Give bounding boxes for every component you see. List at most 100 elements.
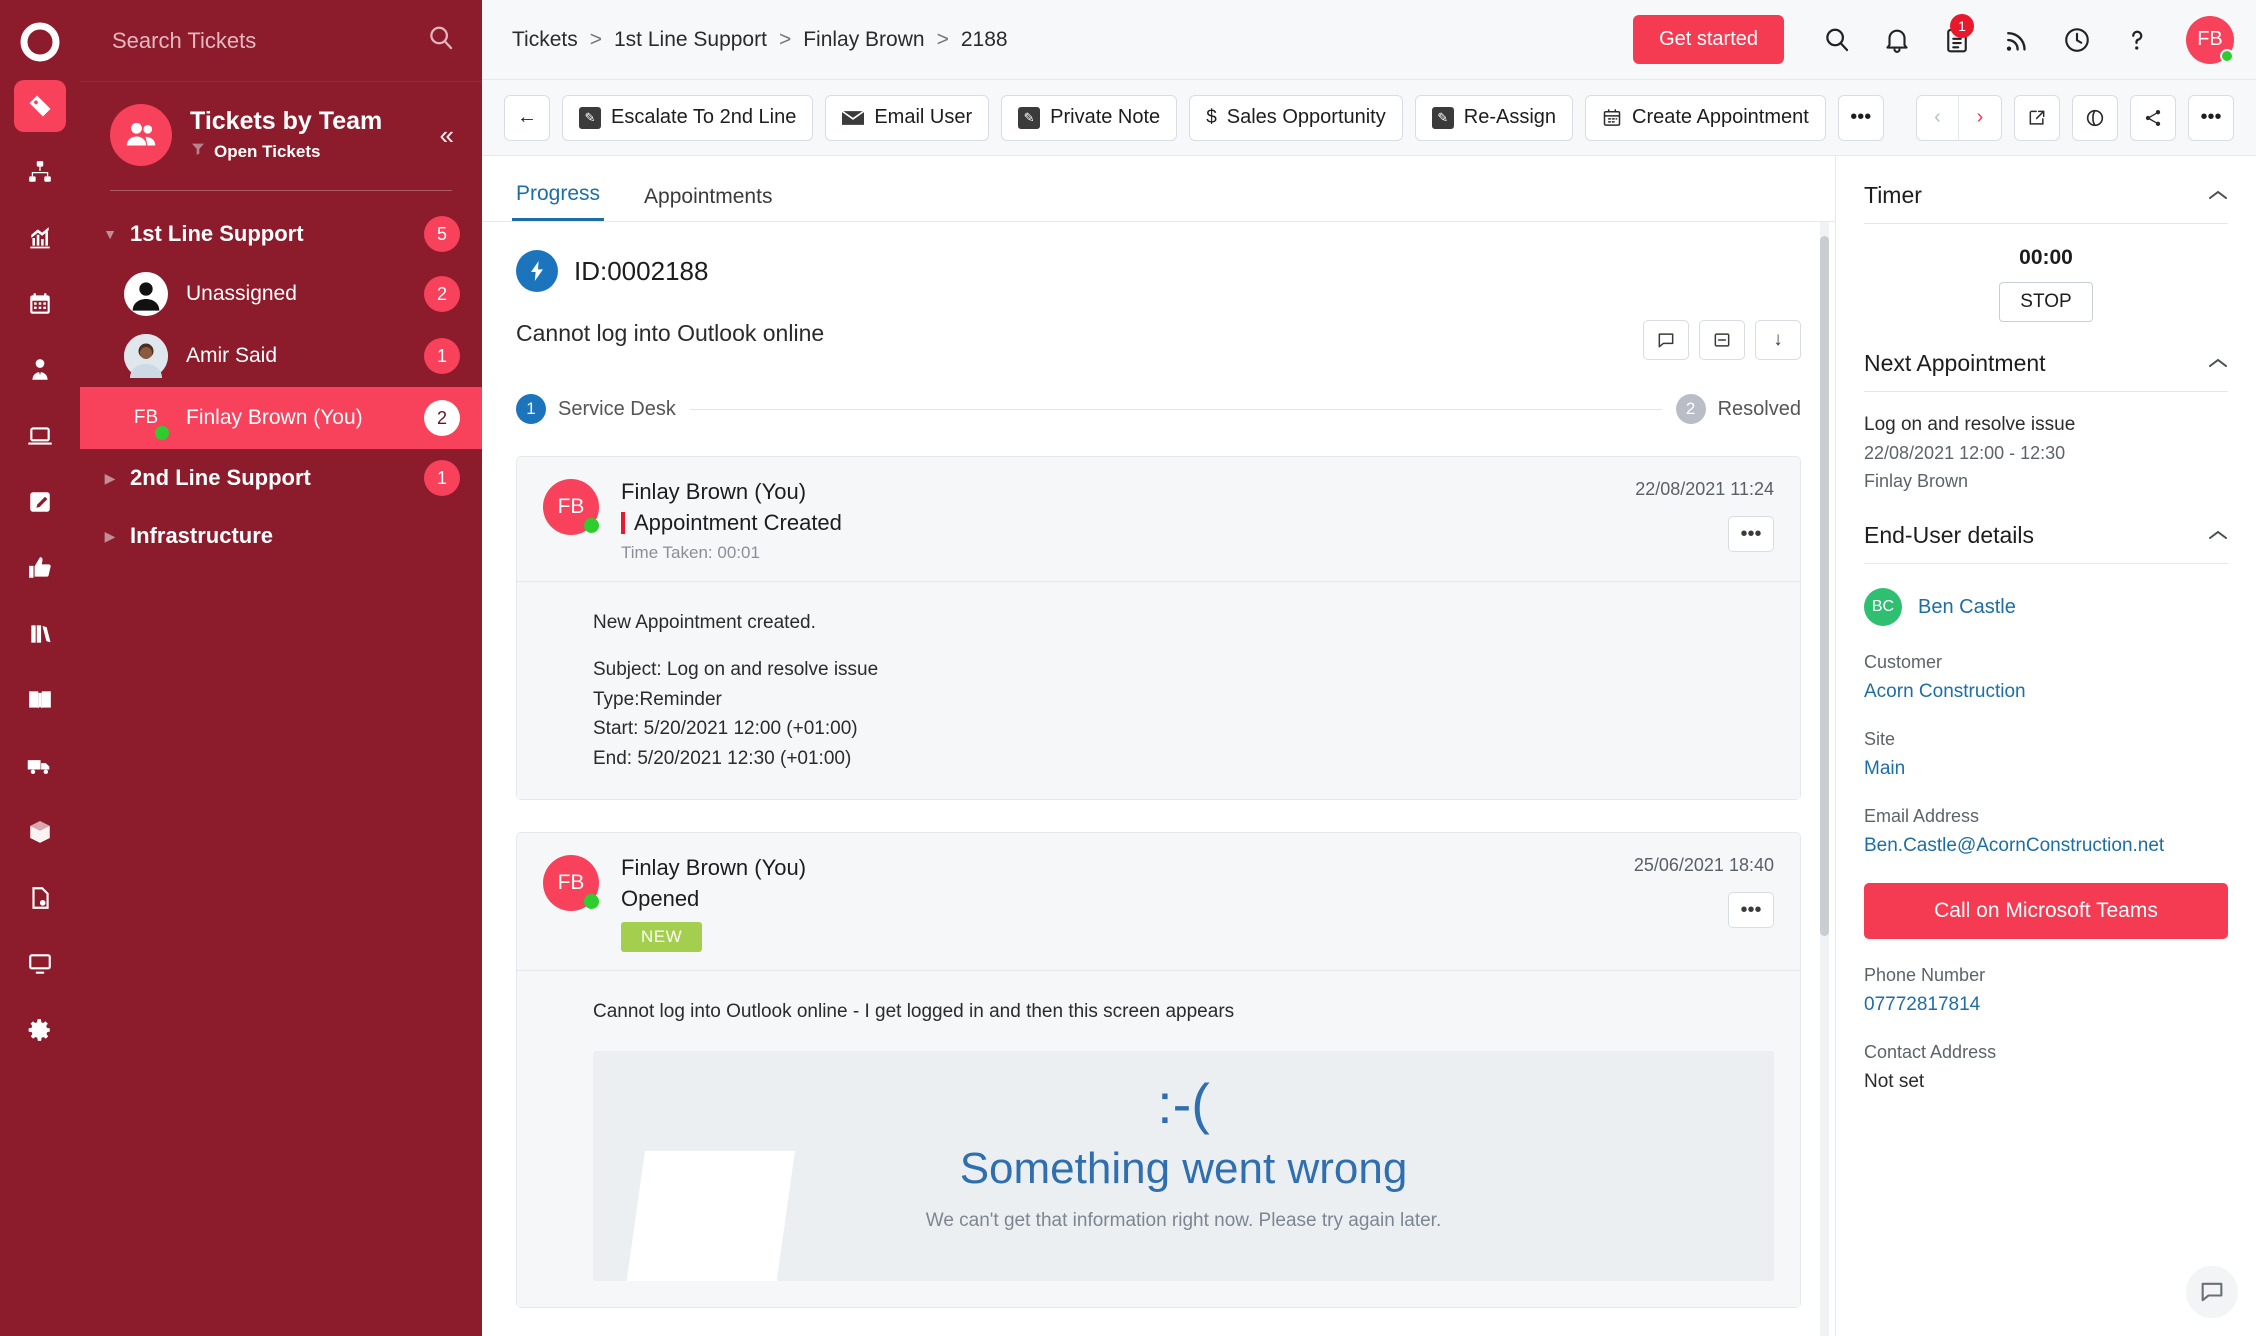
- end-user-row[interactable]: BC Ben Castle: [1864, 588, 2228, 626]
- avatar: [124, 272, 168, 316]
- activity-entry-body: Cannot log into Outlook online - I get l…: [517, 970, 1800, 1307]
- ticket-scroll-area: ID:0002188 Cannot log into Outlook onlin…: [482, 222, 1835, 1336]
- avatar[interactable]: FB: [2186, 15, 2234, 64]
- section-title: End-User details: [1864, 522, 2035, 548]
- tree-agent-finlay-brown[interactable]: FB Finlay Brown (You) 2: [80, 387, 482, 449]
- pencil-square-icon: ✎: [1431, 106, 1454, 129]
- share-icon: [2143, 108, 2163, 128]
- site-value[interactable]: Main: [1864, 758, 2228, 780]
- error-face-text: :-(: [1157, 1071, 1210, 1135]
- panel-filter-label: Open Tickets: [214, 141, 321, 161]
- search-icon[interactable]: [1820, 23, 1854, 57]
- share-button[interactable]: [2130, 94, 2176, 141]
- avatar: [124, 334, 168, 378]
- create-appointment-button[interactable]: Create Appointment: [1585, 94, 1826, 141]
- tree-group-2nd-line-support[interactable]: ▶ 2nd Line Support 1: [80, 449, 482, 507]
- timer-section-header[interactable]: Timer: [1864, 182, 2228, 209]
- tree-group-1st-line-support[interactable]: ▼ 1st Line Support 5: [80, 205, 482, 263]
- rail-item-reports[interactable]: [14, 212, 66, 264]
- chevron-up-icon[interactable]: [2208, 353, 2228, 374]
- rail-item-assets[interactable]: [14, 410, 66, 462]
- search-input[interactable]: [112, 27, 416, 54]
- next-appointment-section-header[interactable]: Next Appointment: [1864, 350, 2228, 377]
- agent-count-badge: 1: [424, 338, 460, 374]
- chevron-up-icon[interactable]: [2208, 185, 2228, 206]
- attached-screenshot[interactable]: :-( Something went wrong We can't get th…: [593, 1050, 1774, 1281]
- breadcrumb-item-team[interactable]: 1st Line Support: [614, 28, 767, 52]
- button-label: Email User: [874, 106, 973, 128]
- breadcrumb-item-tickets[interactable]: Tickets: [512, 28, 578, 52]
- tab-appointments[interactable]: Appointments: [640, 185, 776, 221]
- settings-gear-icon: [27, 1017, 53, 1043]
- rail-item-devices[interactable]: [14, 938, 66, 990]
- agent-count-badge: 2: [424, 276, 460, 312]
- rail-item-stock[interactable]: [14, 806, 66, 858]
- tree-agent-unassigned[interactable]: Unassigned 2: [80, 263, 482, 325]
- search-icon[interactable]: [426, 23, 456, 59]
- panel-filter[interactable]: Open Tickets: [190, 140, 418, 163]
- more-options-button[interactable]: •••: [2188, 94, 2234, 141]
- activity-menu-button[interactable]: •••: [1728, 892, 1774, 929]
- end-user-name[interactable]: Ben Castle: [1918, 596, 2016, 619]
- tree-agent-amir-said[interactable]: Amir Said 1: [80, 325, 482, 387]
- bell-notification-icon[interactable]: [1880, 23, 1914, 57]
- customer-value[interactable]: Acorn Construction: [1864, 681, 2228, 703]
- halo-logo-icon[interactable]: [14, 16, 66, 68]
- rail-item-users[interactable]: [14, 344, 66, 396]
- step-service-desk[interactable]: 1 Service Desk: [516, 394, 676, 424]
- sales-opportunity-button[interactable]: $ Sales Opportunity: [1189, 94, 1403, 141]
- step-resolved[interactable]: 2 Resolved: [1675, 394, 1801, 424]
- chevron-up-icon[interactable]: [2208, 525, 2228, 546]
- watch-button[interactable]: [2072, 94, 2118, 141]
- action-toolbar: ← ✎ Escalate To 2nd Line Email User ✎ Pr…: [482, 80, 2256, 156]
- rail-item-quotes[interactable]: [14, 872, 66, 924]
- end-user-section-header[interactable]: End-User details: [1864, 522, 2228, 549]
- rail-item-approvals[interactable]: [14, 542, 66, 594]
- escalate-to-2nd-line-button[interactable]: ✎ Escalate To 2nd Line: [562, 94, 814, 141]
- decorative-shape: [621, 1150, 795, 1281]
- user-tie-icon: [27, 357, 53, 383]
- tree-group-infrastructure[interactable]: ▶ Infrastructure: [80, 507, 482, 565]
- activity-author: Finlay Brown (You): [621, 479, 807, 504]
- scrollbar-thumb[interactable]: [1820, 236, 1829, 936]
- panel-header: Tickets by Team Open Tickets «: [80, 82, 482, 180]
- activity-date: 25/06/2021 18:40: [1633, 855, 1774, 876]
- collapse-box-icon[interactable]: [1699, 320, 1745, 360]
- email-user-button[interactable]: Email User: [825, 94, 990, 141]
- rail-item-org-chart[interactable]: [14, 146, 66, 198]
- breadcrumb-item-ticket[interactable]: 2188: [961, 28, 1008, 52]
- laptop-icon: [27, 423, 53, 449]
- next-record-button[interactable]: ›: [1959, 96, 2001, 140]
- back-button[interactable]: ←: [504, 94, 550, 141]
- timer-stop-button[interactable]: STOP: [1999, 282, 2093, 322]
- arrow-down-icon[interactable]: ↓: [1755, 320, 1801, 360]
- rail-item-notes[interactable]: [14, 476, 66, 528]
- clipboard-tasks-icon[interactable]: 1: [1940, 13, 1974, 57]
- more-actions-button[interactable]: •••: [1837, 94, 1884, 141]
- breadcrumb-item-agent[interactable]: Finlay Brown: [803, 28, 924, 52]
- call-on-teams-button[interactable]: Call on Microsoft Teams: [1864, 883, 2228, 939]
- private-note-button[interactable]: ✎ Private Note: [1001, 94, 1178, 141]
- email-value[interactable]: Ben.Castle@AcornConstruction.net: [1864, 835, 2228, 857]
- re-assign-button[interactable]: ✎ Re-Assign: [1414, 94, 1574, 141]
- rail-item-settings[interactable]: [14, 1004, 66, 1056]
- activity-menu-button[interactable]: •••: [1728, 516, 1774, 552]
- get-started-button[interactable]: Get started: [1633, 15, 1784, 64]
- collapse-panel-button[interactable]: «: [436, 118, 458, 152]
- rail-item-suppliers[interactable]: [14, 740, 66, 792]
- rail-item-tickets[interactable]: [14, 80, 66, 132]
- clock-history-icon[interactable]: [2060, 23, 2094, 57]
- chat-bubble-icon[interactable]: [2186, 1266, 2238, 1318]
- help-question-icon[interactable]: [2120, 23, 2154, 57]
- rss-feed-icon[interactable]: [2000, 23, 2034, 57]
- comment-icon[interactable]: [1643, 320, 1689, 360]
- tickets-panel: Tickets by Team Open Tickets « ▼ 1st Lin…: [80, 0, 482, 1336]
- ticket-progress-steps: 1 Service Desk 2 Resolved: [516, 394, 1801, 424]
- prev-record-button[interactable]: ‹: [1917, 95, 1959, 140]
- tab-progress[interactable]: Progress: [512, 182, 605, 221]
- rail-item-calendar[interactable]: [14, 278, 66, 330]
- phone-value[interactable]: 07772817814: [1864, 994, 2228, 1016]
- popout-button[interactable]: [2014, 94, 2060, 141]
- rail-item-knowledge-base[interactable]: [14, 674, 66, 726]
- rail-item-kb-books[interactable]: [14, 608, 66, 660]
